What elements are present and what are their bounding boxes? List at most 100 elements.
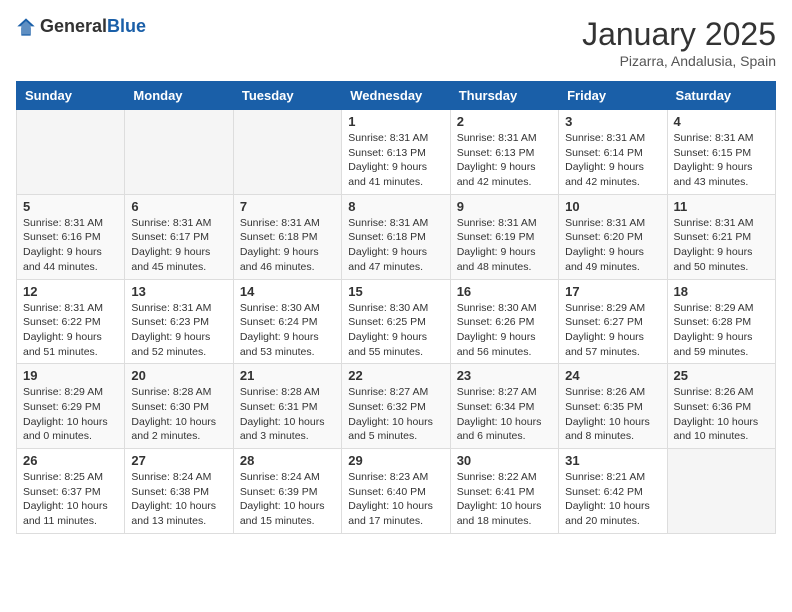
day-number: 6 bbox=[131, 199, 226, 214]
day-number: 25 bbox=[674, 368, 769, 383]
day-number: 8 bbox=[348, 199, 443, 214]
calendar-cell: 24 Sunrise: 8:26 AM Sunset: 6:35 PM Dayli… bbox=[559, 364, 667, 449]
day-info: Sunrise: 8:28 AM Sunset: 6:30 PM Dayligh… bbox=[131, 385, 226, 444]
day-info: Sunrise: 8:29 AM Sunset: 6:29 PM Dayligh… bbox=[23, 385, 118, 444]
day-number: 21 bbox=[240, 368, 335, 383]
calendar-cell: 26Sunrise: 8:25 AM Sunset: 6:37 PM Dayli… bbox=[17, 449, 125, 534]
day-info: Sunrise: 8:29 AM Sunset: 6:27 PM Dayligh… bbox=[565, 301, 660, 360]
calendar-cell: 16 Sunrise: 8:30 AM Sunset: 6:26 PM Dayli… bbox=[450, 279, 558, 364]
calendar-cell: 6 Sunrise: 8:31 AM Sunset: 6:17 PM Daylig… bbox=[125, 194, 233, 279]
day-info: Sunrise: 8:24 AM Sunset: 6:38 PM Dayligh… bbox=[131, 470, 226, 529]
calendar-cell: 3 Sunrise: 8:31 AM Sunset: 6:14 PM Daylig… bbox=[559, 110, 667, 195]
calendar-cell: 21 Sunrise: 8:28 AM Sunset: 6:31 PM Dayli… bbox=[233, 364, 341, 449]
header-tuesday: Tuesday bbox=[233, 82, 341, 110]
day-number: 29 bbox=[348, 453, 443, 468]
calendar-cell: 2 Sunrise: 8:31 AM Sunset: 6:13 PM Daylig… bbox=[450, 110, 558, 195]
day-number: 23 bbox=[457, 368, 552, 383]
day-number: 16 bbox=[457, 284, 552, 299]
calendar-cell: 14 Sunrise: 8:30 AM Sunset: 6:24 PM Dayli… bbox=[233, 279, 341, 364]
week-row-5: 26Sunrise: 8:25 AM Sunset: 6:37 PM Dayli… bbox=[17, 449, 776, 534]
day-number: 18 bbox=[674, 284, 769, 299]
day-number: 4 bbox=[674, 114, 769, 129]
calendar-cell: 23 Sunrise: 8:27 AM Sunset: 6:34 PM Dayli… bbox=[450, 364, 558, 449]
header-thursday: Thursday bbox=[450, 82, 558, 110]
day-info: Sunrise: 8:31 AM Sunset: 6:22 PM Dayligh… bbox=[23, 301, 118, 360]
calendar-cell: 7 Sunrise: 8:31 AM Sunset: 6:18 PM Daylig… bbox=[233, 194, 341, 279]
day-info: Sunrise: 8:26 AM Sunset: 6:35 PM Dayligh… bbox=[565, 385, 660, 444]
calendar-cell: 27 Sunrise: 8:24 AM Sunset: 6:38 PM Dayli… bbox=[125, 449, 233, 534]
calendar-cell: 9Sunrise: 8:31 AM Sunset: 6:19 PM Daylig… bbox=[450, 194, 558, 279]
title-area: January 2025 Pizarra, Andalusia, Spain bbox=[582, 16, 776, 69]
day-info: Sunrise: 8:31 AM Sunset: 6:14 PM Dayligh… bbox=[565, 131, 660, 190]
day-info: Sunrise: 8:27 AM Sunset: 6:32 PM Dayligh… bbox=[348, 385, 443, 444]
calendar-cell: 15Sunrise: 8:30 AM Sunset: 6:25 PM Dayli… bbox=[342, 279, 450, 364]
day-info: Sunrise: 8:31 AM Sunset: 6:17 PM Dayligh… bbox=[131, 216, 226, 275]
day-info: Sunrise: 8:25 AM Sunset: 6:37 PM Dayligh… bbox=[23, 470, 118, 529]
day-number: 24 bbox=[565, 368, 660, 383]
day-info: Sunrise: 8:28 AM Sunset: 6:31 PM Dayligh… bbox=[240, 385, 335, 444]
calendar-cell bbox=[667, 449, 775, 534]
logo: GeneralBlue bbox=[16, 16, 146, 37]
calendar-cell bbox=[125, 110, 233, 195]
day-info: Sunrise: 8:22 AM Sunset: 6:41 PM Dayligh… bbox=[457, 470, 552, 529]
calendar-cell: 5Sunrise: 8:31 AM Sunset: 6:16 PM Daylig… bbox=[17, 194, 125, 279]
day-info: Sunrise: 8:31 AM Sunset: 6:21 PM Dayligh… bbox=[674, 216, 769, 275]
header-monday: Monday bbox=[125, 82, 233, 110]
calendar-table: SundayMondayTuesdayWednesdayThursdayFrid… bbox=[16, 81, 776, 534]
day-info: Sunrise: 8:31 AM Sunset: 6:23 PM Dayligh… bbox=[131, 301, 226, 360]
calendar-cell: 19 Sunrise: 8:29 AM Sunset: 6:29 PM Dayli… bbox=[17, 364, 125, 449]
day-number: 7 bbox=[240, 199, 335, 214]
day-number: 31 bbox=[565, 453, 660, 468]
calendar-cell: 29Sunrise: 8:23 AM Sunset: 6:40 PM Dayli… bbox=[342, 449, 450, 534]
day-number: 2 bbox=[457, 114, 552, 129]
calendar-cell bbox=[17, 110, 125, 195]
day-info: Sunrise: 8:31 AM Sunset: 6:13 PM Dayligh… bbox=[457, 131, 552, 190]
day-number: 20 bbox=[131, 368, 226, 383]
day-number: 28 bbox=[240, 453, 335, 468]
day-number: 13 bbox=[131, 284, 226, 299]
day-info: Sunrise: 8:31 AM Sunset: 6:18 PM Dayligh… bbox=[240, 216, 335, 275]
day-number: 12 bbox=[23, 284, 118, 299]
day-number: 17 bbox=[565, 284, 660, 299]
day-number: 10 bbox=[565, 199, 660, 214]
header-friday: Friday bbox=[559, 82, 667, 110]
day-info: Sunrise: 8:31 AM Sunset: 6:19 PM Dayligh… bbox=[457, 216, 552, 275]
day-info: Sunrise: 8:27 AM Sunset: 6:34 PM Dayligh… bbox=[457, 385, 552, 444]
calendar-cell: 1 Sunrise: 8:31 AM Sunset: 6:13 PM Daylig… bbox=[342, 110, 450, 195]
week-row-4: 19 Sunrise: 8:29 AM Sunset: 6:29 PM Dayli… bbox=[17, 364, 776, 449]
calendar-subtitle: Pizarra, Andalusia, Spain bbox=[582, 53, 776, 69]
week-row-2: 5Sunrise: 8:31 AM Sunset: 6:16 PM Daylig… bbox=[17, 194, 776, 279]
calendar-cell bbox=[233, 110, 341, 195]
logo-text-general: General bbox=[40, 16, 107, 36]
day-info: Sunrise: 8:29 AM Sunset: 6:28 PM Dayligh… bbox=[674, 301, 769, 360]
calendar-cell: 22 Sunrise: 8:27 AM Sunset: 6:32 PM Dayli… bbox=[342, 364, 450, 449]
calendar-cell: 25Sunrise: 8:26 AM Sunset: 6:36 PM Dayli… bbox=[667, 364, 775, 449]
calendar-cell: 18 Sunrise: 8:29 AM Sunset: 6:28 PM Dayli… bbox=[667, 279, 775, 364]
day-number: 30 bbox=[457, 453, 552, 468]
logo-text-blue: Blue bbox=[107, 16, 146, 36]
day-number: 22 bbox=[348, 368, 443, 383]
calendar-cell: 17 Sunrise: 8:29 AM Sunset: 6:27 PM Dayli… bbox=[559, 279, 667, 364]
day-number: 5 bbox=[23, 199, 118, 214]
day-info: Sunrise: 8:30 AM Sunset: 6:25 PM Dayligh… bbox=[348, 301, 443, 360]
calendar-cell: 8Sunrise: 8:31 AM Sunset: 6:18 PM Daylig… bbox=[342, 194, 450, 279]
header-saturday: Saturday bbox=[667, 82, 775, 110]
calendar-header-row: SundayMondayTuesdayWednesdayThursdayFrid… bbox=[17, 82, 776, 110]
day-info: Sunrise: 8:31 AM Sunset: 6:13 PM Dayligh… bbox=[348, 131, 443, 190]
week-row-3: 12 Sunrise: 8:31 AM Sunset: 6:22 PM Dayli… bbox=[17, 279, 776, 364]
calendar-cell: 10 Sunrise: 8:31 AM Sunset: 6:20 PM Dayli… bbox=[559, 194, 667, 279]
day-number: 19 bbox=[23, 368, 118, 383]
day-info: Sunrise: 8:30 AM Sunset: 6:26 PM Dayligh… bbox=[457, 301, 552, 360]
day-info: Sunrise: 8:30 AM Sunset: 6:24 PM Dayligh… bbox=[240, 301, 335, 360]
day-number: 14 bbox=[240, 284, 335, 299]
week-row-1: 1 Sunrise: 8:31 AM Sunset: 6:13 PM Daylig… bbox=[17, 110, 776, 195]
day-info: Sunrise: 8:31 AM Sunset: 6:20 PM Dayligh… bbox=[565, 216, 660, 275]
day-info: Sunrise: 8:31 AM Sunset: 6:15 PM Dayligh… bbox=[674, 131, 769, 190]
day-number: 3 bbox=[565, 114, 660, 129]
day-number: 27 bbox=[131, 453, 226, 468]
day-number: 1 bbox=[348, 114, 443, 129]
day-number: 11 bbox=[674, 199, 769, 214]
logo-icon bbox=[16, 17, 36, 37]
calendar-title: January 2025 bbox=[582, 16, 776, 53]
calendar-cell: 31Sunrise: 8:21 AM Sunset: 6:42 PM Dayli… bbox=[559, 449, 667, 534]
